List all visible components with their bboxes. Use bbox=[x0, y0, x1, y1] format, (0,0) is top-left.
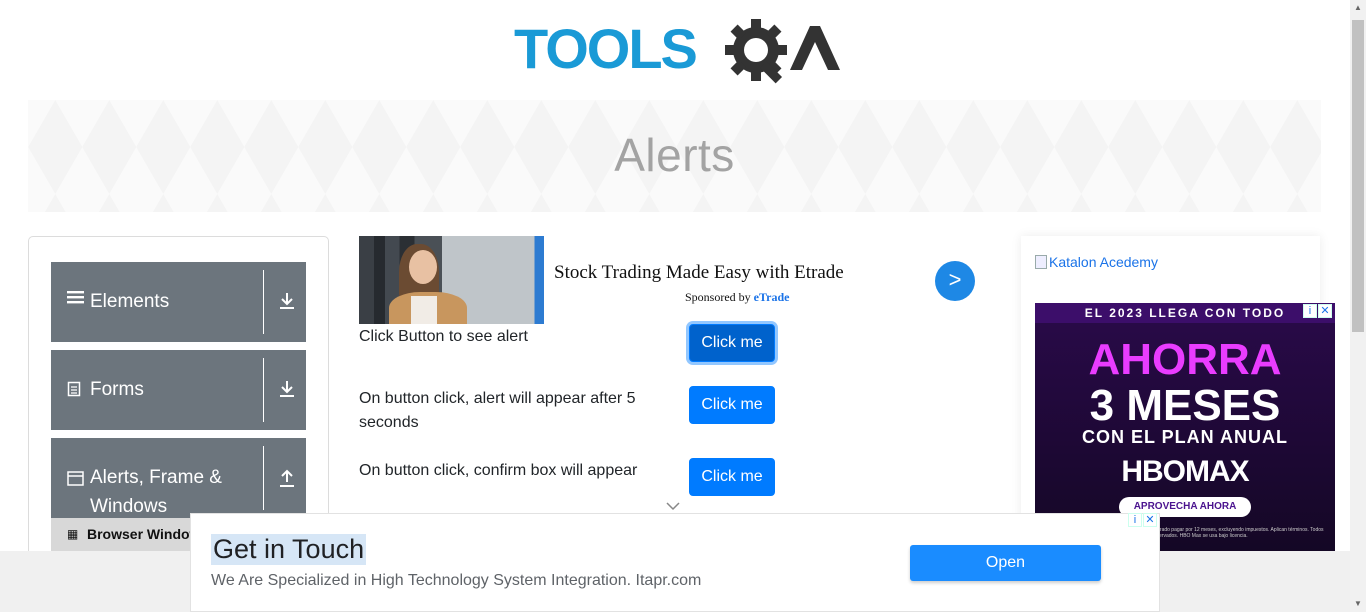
ad-open-button[interactable]: Open bbox=[910, 545, 1101, 581]
scrollbar-thumb[interactable] bbox=[1352, 20, 1364, 332]
logo-tools-text: TOOLS bbox=[514, 17, 697, 80]
page-title: Alerts bbox=[614, 129, 735, 181]
document-icon bbox=[67, 381, 81, 402]
divider bbox=[263, 446, 264, 510]
sponsored-ad-etrade[interactable]: Stock Trading Made Easy with Etrade Spon… bbox=[359, 236, 977, 326]
close-icon[interactable]: ✕ bbox=[1143, 513, 1157, 527]
confirm-button[interactable]: Click me bbox=[689, 458, 775, 496]
ad-headline-2: 3 MESES bbox=[1089, 381, 1281, 430]
confirm-description: On button click, confirm box will appear bbox=[359, 462, 638, 479]
hamburger-icon bbox=[67, 289, 84, 310]
sidebar-group-alerts-frame-windows[interactable]: Alerts, Frame & Windows bbox=[51, 438, 306, 518]
ad-description: We Are Specialized in High Technology Sy… bbox=[211, 572, 702, 589]
ad-headline-3: CON EL PLAN ANUAL bbox=[1082, 427, 1288, 447]
chevron-down-icon[interactable] bbox=[666, 498, 680, 511]
sidebar-group-label: Forms bbox=[90, 379, 144, 400]
download-arrow-icon bbox=[277, 291, 299, 313]
close-icon[interactable]: ✕ bbox=[1318, 304, 1332, 318]
toolsqa-logo[interactable]: TOOLS bbox=[514, 14, 844, 92]
adchoices-icon[interactable]: i bbox=[1128, 513, 1142, 527]
bottom-sticky-ad[interactable]: Get in Touch We Are Specialized in High … bbox=[190, 513, 1160, 612]
window-icon bbox=[67, 471, 84, 491]
timer-alert-button[interactable]: Click me bbox=[689, 386, 775, 424]
gear-icon bbox=[725, 19, 787, 84]
sidebar-group-label: Elements bbox=[90, 291, 170, 312]
ad-sponsor-line: Sponsored by eTrade bbox=[685, 290, 789, 305]
katalon-ad-link[interactable]: Katalon Acedemy bbox=[1035, 254, 1158, 270]
sidebar-group-forms[interactable]: Forms bbox=[51, 350, 306, 430]
page-banner: Alerts bbox=[28, 100, 1321, 212]
ad-strip-text: EL 2023 LLEGA CON TODO bbox=[1035, 303, 1335, 323]
scroll-down-icon[interactable]: ▼ bbox=[1350, 596, 1366, 612]
download-arrow-icon bbox=[277, 379, 299, 401]
ad-headline-1: AHORRA bbox=[1088, 335, 1282, 384]
page: TOOLS Alerts Elements Forms Alerts, Fram… bbox=[0, 0, 1366, 612]
sponsor-link[interactable]: eTrade bbox=[754, 290, 790, 304]
document-icon: ▦ bbox=[67, 527, 79, 541]
hbo-max-logo: HBOMAX bbox=[1121, 455, 1249, 488]
logo-a-shape bbox=[790, 26, 840, 70]
katalon-alt-text: Katalon Acedemy bbox=[1049, 254, 1158, 270]
timer-alert-description: On button click, alert will appear after… bbox=[359, 390, 636, 431]
sidebar-group-elements[interactable]: Elements bbox=[51, 262, 306, 342]
ad-title[interactable]: Get in Touch bbox=[211, 534, 367, 565]
scroll-up-icon[interactable]: ▲ bbox=[1350, 0, 1366, 16]
ad-go-button[interactable]: > bbox=[935, 261, 975, 301]
alert-description: Click Button to see alert bbox=[359, 328, 528, 345]
divider bbox=[263, 358, 264, 422]
broken-image-icon bbox=[1035, 255, 1047, 269]
sponsored-by-label: Sponsored by bbox=[685, 290, 751, 304]
ad-title[interactable]: Stock Trading Made Easy with Etrade bbox=[554, 262, 844, 284]
ad-image bbox=[359, 236, 544, 324]
upload-arrow-icon bbox=[277, 469, 299, 491]
divider bbox=[263, 270, 264, 334]
adchoices-icon[interactable]: i bbox=[1303, 304, 1317, 318]
alert-button[interactable]: Click me bbox=[689, 324, 775, 362]
